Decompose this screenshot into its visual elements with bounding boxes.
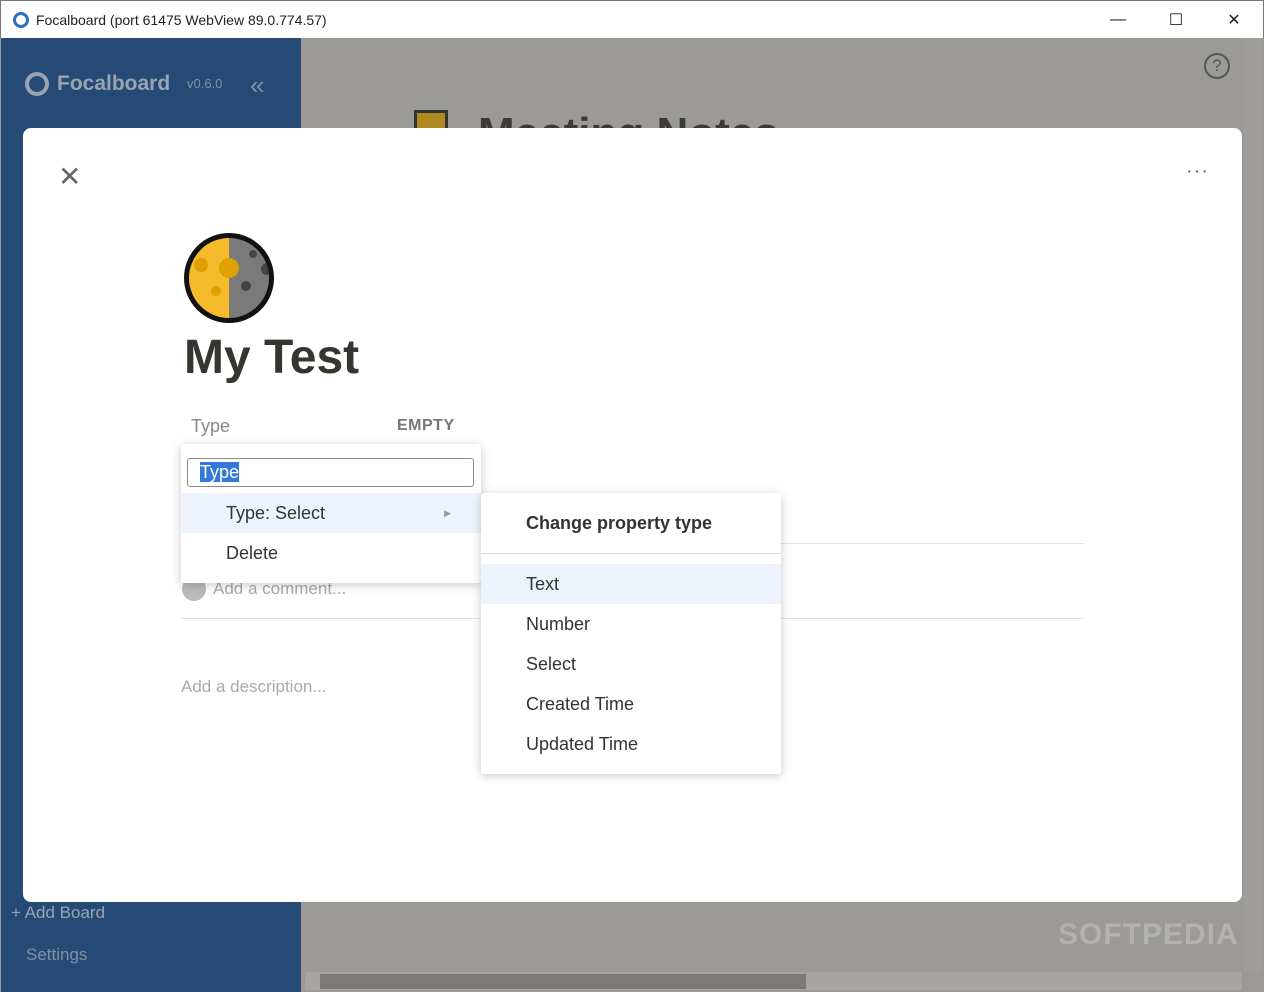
horizontal-scrollbar-thumb[interactable] <box>320 974 806 989</box>
property-menu: Type Type: Select ▶ Delete <box>181 444 481 583</box>
moon-emoji-icon[interactable] <box>184 233 274 323</box>
help-icon[interactable]: ? <box>1204 53 1230 79</box>
add-board-button[interactable]: + Add Board <box>11 903 105 923</box>
submenu-arrow-icon: ▶ <box>444 508 451 518</box>
property-name[interactable]: Type <box>191 416 230 437</box>
property-name-value: Type <box>200 462 240 482</box>
property-value[interactable]: EMPTY <box>397 417 455 435</box>
watermark: SOFTPEDIA <box>1058 918 1239 951</box>
focalboard-app-icon <box>13 11 29 28</box>
type-option-select[interactable]: Select <box>481 644 781 684</box>
type-option-text[interactable]: Text <box>481 564 781 604</box>
window-title: Focalboard (port 61475 WebView 89.0.774.… <box>36 11 327 28</box>
type-option-updated-time[interactable]: Updated Time <box>481 724 781 764</box>
collapse-sidebar-icon[interactable]: « <box>250 70 264 101</box>
property-type-menu: Change property type Text Number Select … <box>481 493 781 774</box>
menu-item-label: Type: Select <box>226 503 326 523</box>
more-options-icon[interactable]: ··· <box>1186 160 1209 183</box>
property-name-input[interactable]: Type <box>187 458 474 487</box>
type-option-number[interactable]: Number <box>481 604 781 644</box>
type-option-created-time[interactable]: Created Time <box>481 684 781 724</box>
focalboard-logo-icon <box>25 72 49 96</box>
board-title: Meeting Notes <box>478 104 779 128</box>
menu-item-delete[interactable]: Delete <box>181 533 481 573</box>
brand-name: Focalboard <box>57 72 171 95</box>
brand-logo: Focalboard <box>25 72 170 96</box>
settings-button[interactable]: Settings <box>26 945 87 965</box>
board-icon <box>414 110 448 128</box>
divider <box>481 553 781 554</box>
close-icon[interactable]: ✕ <box>58 160 81 193</box>
window-titlebar: Focalboard (port 61475 WebView 89.0.774.… <box>0 0 1264 38</box>
menu-item-type-select[interactable]: Type: Select ▶ <box>181 493 481 533</box>
minimize-button[interactable]: — <box>1089 1 1147 39</box>
version-label: v0.6.0 <box>187 76 223 91</box>
window-close-button[interactable]: ✕ <box>1205 1 1263 39</box>
description-input[interactable]: Add a description... <box>181 677 327 697</box>
maximize-button[interactable]: ☐ <box>1147 1 1205 39</box>
menu-heading: Change property type <box>526 513 713 533</box>
vertical-scrollbar[interactable] <box>1244 38 1262 972</box>
card-title[interactable]: My Test <box>184 330 359 385</box>
